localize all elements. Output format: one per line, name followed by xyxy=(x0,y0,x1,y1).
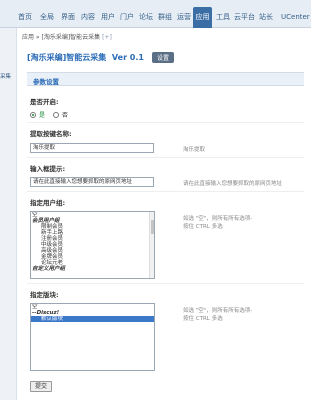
nav-global[interactable]: 全局 xyxy=(38,7,56,28)
nav-tools[interactable]: 工具 xyxy=(214,7,232,28)
user-group-option[interactable]: 自定义用户组 xyxy=(31,266,154,272)
forum-option-selected[interactable]: 默认版块 xyxy=(31,316,154,322)
divider xyxy=(27,283,304,284)
divider xyxy=(27,122,304,123)
breadcrumb: 应用 » [淘乐采编]智能云采集 [+] xyxy=(22,32,112,41)
nav-portal[interactable]: 门户 xyxy=(118,7,136,28)
user-groups-scrollbar[interactable] xyxy=(149,212,154,278)
nav-app[interactable]: 应用 xyxy=(193,7,212,28)
user-groups-hint-line1: 如选 "空"，则所有所有选项- xyxy=(183,216,253,222)
input-tip-label: 输入框提示: xyxy=(30,165,66,173)
section-title: 参数设置 xyxy=(33,78,59,86)
nav-name-label: 提取按键名称: xyxy=(30,130,72,138)
user-groups-hint-line2: 按住 CTRL 多选 xyxy=(183,224,223,230)
input-tip-input[interactable]: 请在此直接输入您想要抓取的原网页地址 xyxy=(30,177,154,187)
enabled-radio-group: 是 否 xyxy=(30,110,68,119)
forums-hint-line2: 按住 CTRL 多选 xyxy=(183,316,223,322)
nav-group[interactable]: 群组 xyxy=(156,7,174,28)
nav-founder[interactable]: 站长 xyxy=(257,7,275,28)
settings-button[interactable]: 设置 xyxy=(151,51,174,63)
user-groups-select[interactable]: 空 会员用户组 限制会员 新手上路 注册会员 中级会员 高级会员 金牌会员 论坛… xyxy=(30,211,155,279)
divider xyxy=(27,191,304,192)
top-navigation: 首页 全局 界面 内容 用户 门户 论坛 群组 运营 应用 工具 云平台 站长 … xyxy=(0,0,311,28)
sidebar-item-collect[interactable]: 采集 xyxy=(0,72,17,82)
plugin-name: [淘乐采编]智能云采集 xyxy=(27,52,107,62)
divider xyxy=(27,157,304,158)
breadcrumb-text[interactable]: 应用 » [淘乐采编]智能云采集 xyxy=(22,34,102,41)
forums-select[interactable]: 空 --Discuz! 默认版块 xyxy=(30,303,155,371)
enabled-no-label[interactable]: 否 xyxy=(62,110,68,119)
breadcrumb-add[interactable]: [+] xyxy=(102,34,112,41)
input-tip-hint: 请在此直接输入您想要抓取的原网页地址 xyxy=(183,181,283,187)
scrollbar-thumb[interactable] xyxy=(151,220,154,234)
forums-hint-line1: 如选 "空"，则所有所有选项- xyxy=(183,308,253,314)
nav-user[interactable]: 用户 xyxy=(99,7,117,28)
enabled-no-radio[interactable] xyxy=(53,111,60,118)
sidebar: 采集 xyxy=(0,28,17,400)
user-groups-label: 指定用户组: xyxy=(30,199,66,207)
submit-button[interactable]: 提交 xyxy=(30,381,52,392)
nav-name-hint: 淘乐提取 xyxy=(183,147,206,153)
plugin-title-row: [淘乐采编]智能云采集 Ver 0.1 设置 xyxy=(27,50,174,64)
nav-forum[interactable]: 论坛 xyxy=(137,7,155,28)
nav-content[interactable]: 内容 xyxy=(79,7,97,28)
enabled-label: 是否开启: xyxy=(30,98,59,106)
enabled-yes-radio[interactable] xyxy=(30,111,36,118)
nav-ucenter[interactable]: UCenter xyxy=(279,7,312,28)
nav-style[interactable]: 界面 xyxy=(59,7,77,28)
plugin-version: Ver 0.1 xyxy=(111,52,144,62)
plugin-title: [淘乐采编]智能云采集 Ver 0.1 xyxy=(27,52,144,63)
forums-label: 指定版块: xyxy=(30,291,59,299)
nav-operation[interactable]: 运营 xyxy=(175,7,193,28)
enabled-yes-label[interactable]: 是 xyxy=(39,110,45,119)
nav-name-input[interactable]: 淘乐提取 xyxy=(30,143,154,153)
nav-cloud[interactable]: 云平台 xyxy=(232,7,257,28)
section-header: 参数设置 xyxy=(27,72,304,86)
nav-home[interactable]: 首页 xyxy=(16,7,34,28)
